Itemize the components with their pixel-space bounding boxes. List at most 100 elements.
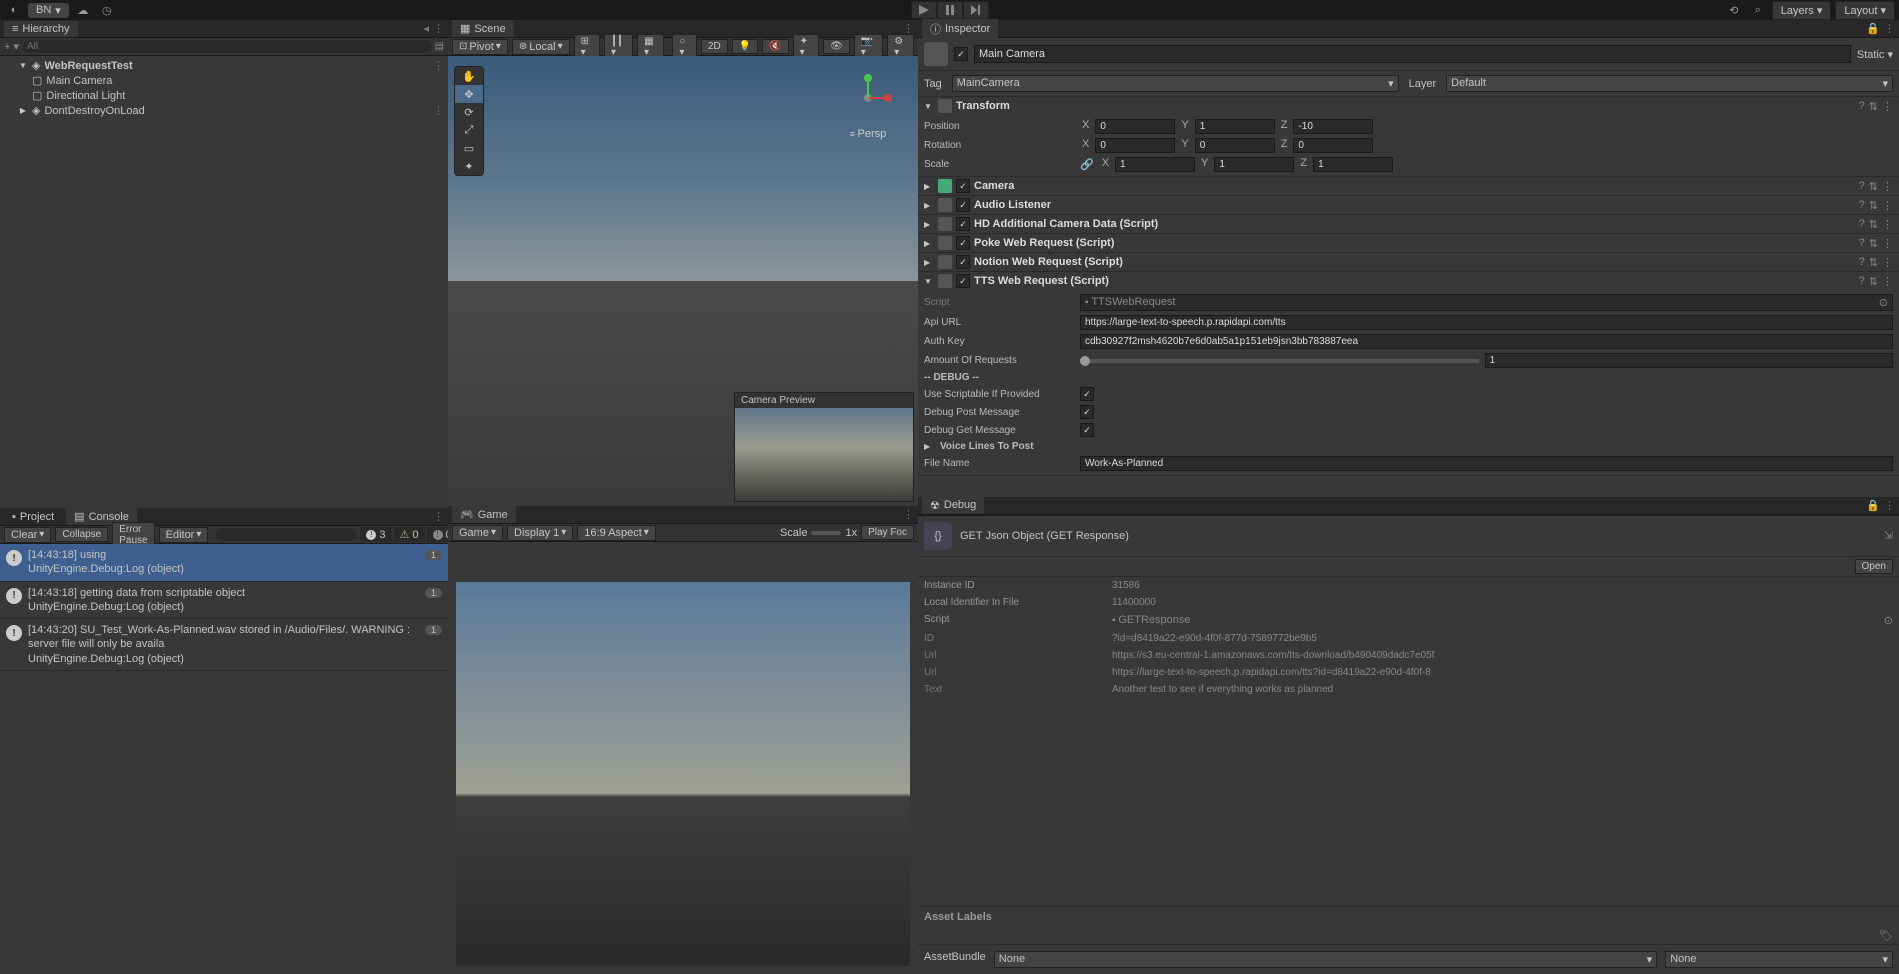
file-name-input[interactable] (1080, 456, 1893, 471)
scale-tool[interactable]: ⤢ (455, 121, 483, 139)
hd-camera-header[interactable]: ▶HD Additional Camera Data (Script)?⇅⋮ (918, 215, 1899, 233)
audio-listener-header[interactable]: ▶Audio Listener?⇅⋮ (918, 196, 1899, 214)
collapse-toggle[interactable]: Collapse (55, 527, 108, 542)
scale-x-input[interactable] (1115, 157, 1195, 172)
script-field[interactable]: ▪ TTSWebRequest⊙ (1080, 294, 1893, 311)
hierarchy-item-main-camera[interactable]: ▢Main Camera (0, 73, 448, 88)
scale-slider[interactable] (811, 531, 841, 535)
dontdestroy-root[interactable]: ▶ ◈ DontDestroyOnLoad ⋮ (0, 103, 448, 118)
api-url-input[interactable] (1080, 315, 1893, 330)
layers-dropdown[interactable]: Layers ▾ (1772, 1, 1832, 20)
history-icon[interactable]: ◷ (97, 2, 117, 18)
hierarchy-search[interactable] (23, 40, 431, 53)
create-dropdown[interactable]: + ▾ (4, 40, 19, 53)
transform-header[interactable]: ▼ Transform ?⇅⋮ (918, 97, 1899, 115)
persp-label[interactable]: ≡ Persp (838, 128, 898, 140)
search-icon[interactable]: ⌕ (1748, 2, 1768, 18)
unity-logo-icon[interactable]: ◐ (4, 2, 24, 18)
visibility-toggle-icon[interactable]: 👁 (823, 39, 850, 54)
constrain-icon[interactable]: 🔗 (1080, 158, 1094, 171)
expand-arrow-icon[interactable]: ▼ (18, 61, 28, 70)
scale-z-input[interactable] (1313, 157, 1393, 172)
console-message[interactable]: ! [14:43:20] SU_Test_Work-As-Planned.wav… (0, 619, 448, 671)
warn-count-toggle[interactable]: ⚠0 (394, 527, 425, 542)
layout-dropdown[interactable]: Layout ▾ (1835, 1, 1895, 20)
help-icon[interactable]: ? (1859, 100, 1865, 113)
help-icon[interactable]: ? (1859, 218, 1865, 231)
help-icon[interactable]: ? (1859, 180, 1865, 193)
enable-checkbox[interactable] (956, 217, 970, 231)
console-search[interactable] (216, 528, 356, 541)
use-scriptable-checkbox[interactable] (1080, 387, 1094, 401)
undo-history-icon[interactable]: ⟲ (1724, 2, 1744, 18)
ctx-menu-icon[interactable]: ⋮ (1882, 256, 1893, 269)
cloud-icon[interactable]: ☁ (73, 2, 93, 18)
help-icon[interactable]: ? (1859, 275, 1865, 288)
help-icon[interactable]: ? (1859, 256, 1865, 269)
auth-key-input[interactable] (1080, 334, 1893, 349)
scene-ctx-icon[interactable]: ⋮ (433, 104, 444, 117)
ctx-menu-icon[interactable]: ⋮ (1882, 275, 1893, 288)
pos-x-input[interactable] (1095, 119, 1175, 134)
aspect-dropdown[interactable]: 16:9 Aspect ▾ (577, 525, 656, 541)
enable-checkbox[interactable] (956, 179, 970, 193)
ctx-menu-icon[interactable]: ⋮ (1882, 180, 1893, 193)
panel-ctx-icon[interactable]: ⋮ (433, 510, 444, 523)
account-dropdown[interactable]: BN ▾ (28, 3, 69, 18)
tag-dropdown[interactable]: MainCamera▾ (952, 75, 1399, 92)
rotate-tool[interactable]: ⟳ (455, 103, 483, 121)
static-dropdown[interactable]: Static ▾ (1857, 48, 1893, 61)
notion-web-header[interactable]: ▶Notion Web Request (Script)?⇅⋮ (918, 253, 1899, 271)
panel-ctx-icon[interactable]: ⋮ (1884, 22, 1895, 35)
preset-icon[interactable]: ⇅ (1869, 237, 1878, 250)
rot-y-input[interactable] (1195, 138, 1275, 153)
amount-input[interactable] (1485, 353, 1894, 368)
play-button[interactable] (911, 1, 937, 19)
enable-checkbox[interactable] (956, 274, 970, 288)
info-count-toggle[interactable]: !3 (360, 527, 391, 542)
lock-icon[interactable]: 🔒 (1866, 499, 1880, 512)
enable-checkbox[interactable] (956, 198, 970, 212)
preset-icon[interactable]: ⇅ (1869, 218, 1878, 231)
preset-icon[interactable]: ⇅ (1869, 256, 1878, 269)
audio-toggle-icon[interactable]: 🔇 (762, 39, 788, 54)
lighting-toggle-icon[interactable]: 💡 (732, 39, 758, 54)
expand-icon[interactable]: ⇲ (1884, 529, 1893, 542)
assetbundle-dropdown[interactable]: None▾ (994, 951, 1657, 968)
label-icon[interactable]: 🏷 (1879, 930, 1893, 942)
lock-icon[interactable]: 🔒 (1866, 22, 1880, 35)
play-focused-dropdown[interactable]: Play Foc (861, 525, 914, 540)
camera-header[interactable]: ▶Camera?⇅⋮ (918, 177, 1899, 195)
preset-icon[interactable]: ⇅ (1869, 180, 1878, 193)
voice-lines-label[interactable]: Voice Lines To Post (940, 441, 1090, 452)
panel-ctx-icon[interactable]: ⋮ (433, 22, 444, 35)
local-toggle[interactable]: ⊛ Local ▾ (512, 39, 570, 55)
pause-button[interactable] (937, 1, 963, 19)
console-message[interactable]: ! [14:43:18] getting data from scriptabl… (0, 582, 448, 620)
gameobject-name-input[interactable] (974, 45, 1851, 63)
debug-script-field[interactable]: ▪ GETResponse⊙ (1112, 614, 1893, 627)
debug-post-checkbox[interactable] (1080, 405, 1094, 419)
help-icon[interactable]: ? (1859, 199, 1865, 212)
display-dropdown[interactable]: Display 1 ▾ (507, 525, 573, 541)
2d-toggle[interactable]: 2D (701, 39, 728, 54)
inspector-tab[interactable]: ⓘInspector (922, 19, 998, 39)
clear-button[interactable]: Clear ▾ (4, 527, 51, 543)
open-button[interactable]: Open (1855, 559, 1893, 574)
transform-tool[interactable]: ✦ (455, 157, 483, 175)
enable-checkbox[interactable] (956, 255, 970, 269)
move-tool[interactable]: ✥ (455, 85, 483, 103)
panel-ctx-icon[interactable]: ⋮ (1884, 499, 1895, 512)
ctx-menu-icon[interactable]: ⋮ (1882, 100, 1893, 113)
preset-icon[interactable]: ⇅ (1869, 275, 1878, 288)
panel-ctx-icon[interactable]: ⋮ (903, 508, 914, 521)
game-tab[interactable]: 🎮Game (452, 506, 516, 523)
rect-tool[interactable]: ▭ (455, 139, 483, 157)
pos-y-input[interactable] (1195, 119, 1275, 134)
active-checkbox[interactable] (954, 47, 968, 61)
poke-web-header[interactable]: ▶Poke Web Request (Script)?⇅⋮ (918, 234, 1899, 252)
hierarchy-item-directional-light[interactable]: ▢Directional Light (0, 88, 448, 103)
panel-add-icon[interactable]: ◂ (423, 22, 429, 35)
rot-z-input[interactable] (1293, 138, 1373, 153)
scale-y-input[interactable] (1214, 157, 1294, 172)
